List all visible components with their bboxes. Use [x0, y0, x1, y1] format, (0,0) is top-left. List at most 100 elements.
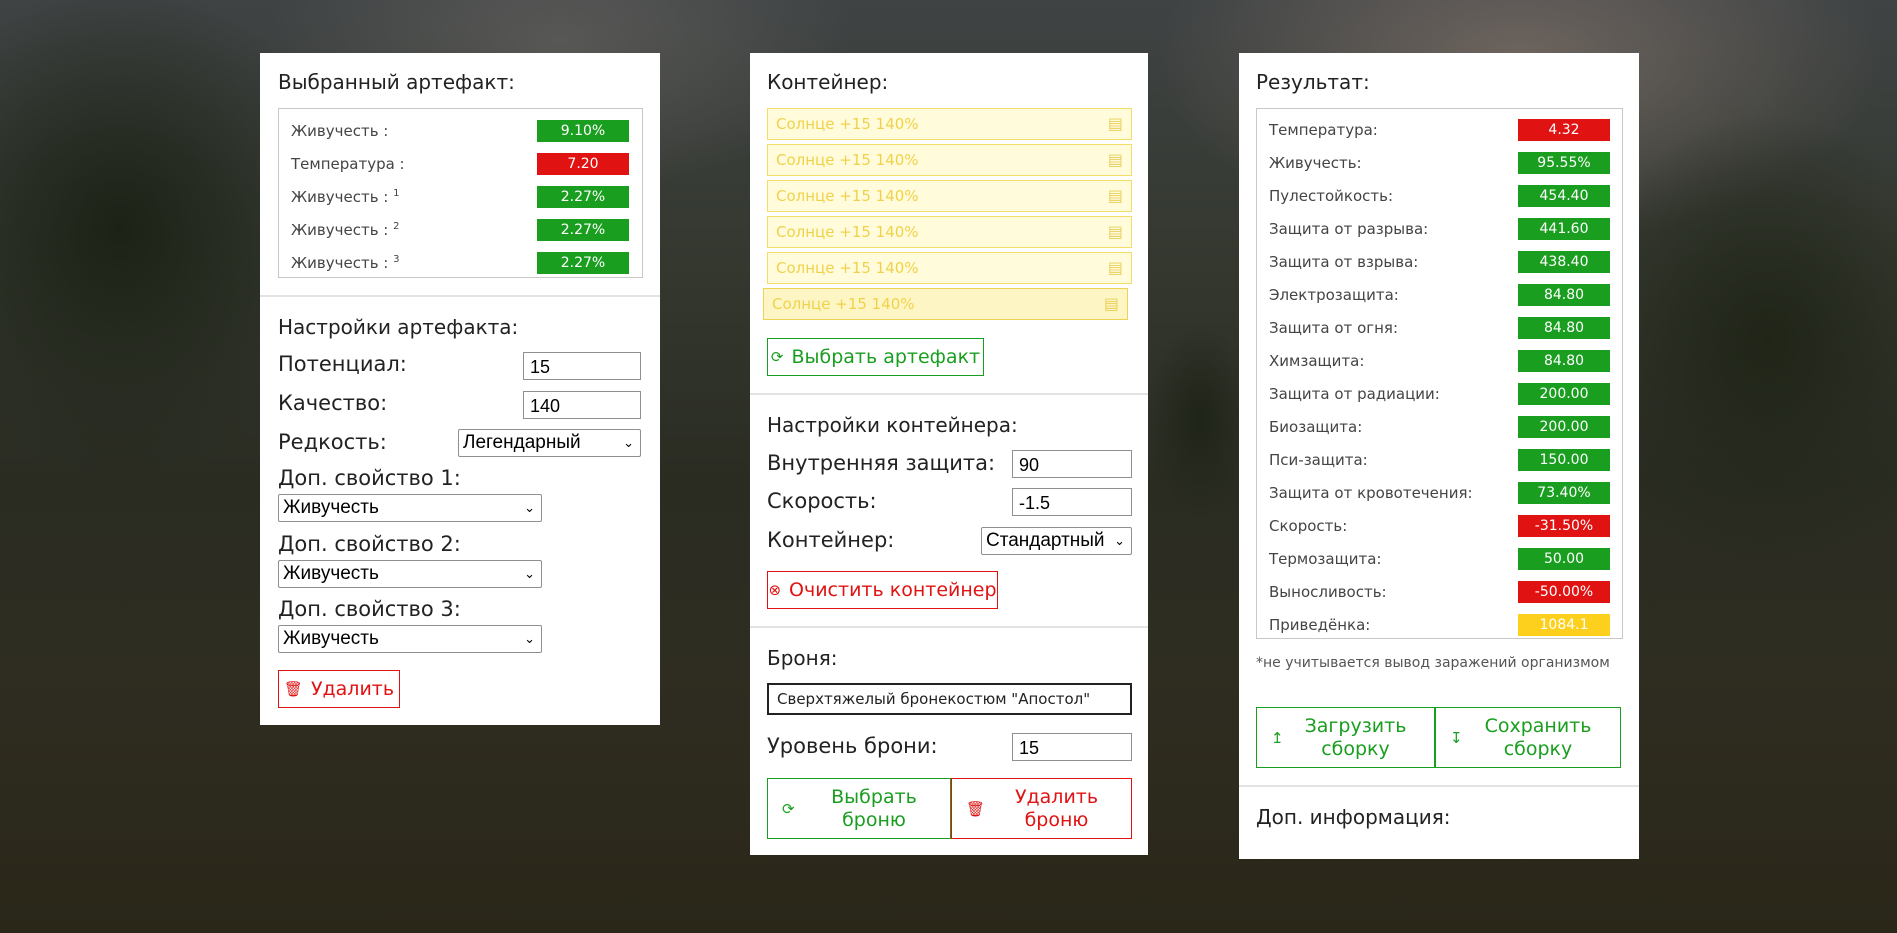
- result-stat-value: 95.55%: [1518, 152, 1610, 174]
- extra-property-2-label: Доп. свойство 2:: [278, 532, 461, 556]
- container-slot[interactable]: Солнце +15 140% ▤: [767, 252, 1132, 284]
- chevron-down-icon: ⌄: [524, 631, 535, 646]
- selected-artifact-stats: Живучесть : 9.10% Температура : 7.20 Жив…: [278, 108, 643, 278]
- choose-artifact-label: Выбрать артефакт: [791, 346, 981, 368]
- result-stat-label: Защита от разрыва:: [1269, 220, 1429, 238]
- result-stat-row: Живучесть: 95.55%: [1257, 146, 1622, 179]
- artifact-stat-value: 9.10%: [537, 120, 629, 142]
- result-stat-row: Выносливость: -50.00%: [1257, 575, 1622, 608]
- result-stat-value: 200.00: [1518, 383, 1610, 405]
- result-stat-label: Пулестойкость:: [1269, 187, 1393, 205]
- load-build-button[interactable]: ↥ Загрузить сборку: [1256, 707, 1435, 768]
- delete-armor-button[interactable]: 🗑 Удалить броню: [951, 778, 1132, 839]
- result-stat-row: Пси-защита: 150.00: [1257, 443, 1622, 476]
- rarity-select[interactable]: Легендарный ⌄: [458, 429, 641, 457]
- artifact-stat-label: Живучесть : 1: [291, 188, 400, 206]
- result-stat-value: 50.00: [1518, 548, 1610, 570]
- save-build-button[interactable]: ↧ Сохранить сборку: [1435, 707, 1621, 768]
- inner-protection-label: Внутренняя защита:: [767, 451, 996, 475]
- chevron-down-icon: ⌄: [524, 500, 535, 515]
- document-icon[interactable]: ▤: [1108, 217, 1123, 247]
- artifact-stat-value: 2.27%: [537, 252, 629, 274]
- artifact-stat-value: 2.27%: [537, 219, 629, 241]
- speed-input[interactable]: -1.5: [1012, 488, 1132, 516]
- result-stat-label: Биозащита:: [1269, 418, 1363, 436]
- result-stat-label: Живучесть:: [1269, 154, 1362, 172]
- armor-name-field[interactable]: Сверхтяжелый бронекостюм "Апостол": [767, 683, 1132, 715]
- divider: [750, 626, 1148, 628]
- artifact-stat-row: Живучесть : 2 2.27%: [279, 213, 642, 246]
- result-stat-row: Химзащита: 84.80: [1257, 344, 1622, 377]
- result-stat-row: Биозащита: 200.00: [1257, 410, 1622, 443]
- artifact-stat-row: Живучесть : 3 2.27%: [279, 246, 642, 279]
- artifact-settings-title: Настройки артефакта:: [278, 315, 519, 339]
- delete-artifact-button[interactable]: 🗑 Удалить: [278, 670, 400, 708]
- artifact-stat-row: Температура : 7.20: [279, 147, 642, 180]
- delete-armor-label: Удалить броню: [1014, 785, 1099, 831]
- extra-property-2-value: Живучесть: [283, 563, 379, 584]
- quality-input[interactable]: 140: [523, 391, 641, 419]
- potential-input[interactable]: 15: [523, 352, 641, 380]
- choose-artifact-button[interactable]: ⟳ Выбрать артефакт: [767, 338, 984, 376]
- artifact-stat-value: 2.27%: [537, 186, 629, 208]
- artifact-stat-value: 7.20: [537, 153, 629, 175]
- inner-protection-input[interactable]: 90: [1012, 450, 1132, 478]
- result-stat-label: Химзащита:: [1269, 352, 1365, 370]
- clear-circle-icon: ⊗: [768, 581, 782, 599]
- extra-property-3-label: Доп. свойство 3:: [278, 597, 461, 621]
- upload-icon: ↥: [1271, 728, 1284, 747]
- extra-property-3-select[interactable]: Живучесть ⌄: [278, 625, 542, 653]
- quality-label: Качество:: [278, 391, 388, 415]
- extra-property-2-select[interactable]: Живучесть ⌄: [278, 560, 542, 588]
- choose-armor-button[interactable]: ⟳ Выбрать броню: [767, 778, 951, 839]
- extra-property-1-select[interactable]: Живучесть ⌄: [278, 494, 542, 522]
- container-slot[interactable]: Солнце +15 140% ▤: [767, 108, 1132, 140]
- result-stat-value: 441.60: [1518, 218, 1610, 240]
- result-stat-row: Термозащита: 50.00: [1257, 542, 1622, 575]
- choose-armor-label: Выбрать броню: [831, 785, 917, 831]
- container-title: Контейнер:: [767, 70, 889, 94]
- container-slot-label: Солнце +15 140%: [772, 295, 915, 313]
- result-stat-row: Приведёнка: 1084.1: [1257, 608, 1622, 641]
- clear-container-button[interactable]: ⊗ Очистить контейнер: [767, 571, 998, 609]
- document-icon[interactable]: ▤: [1108, 253, 1123, 283]
- result-stat-label: Защита от кровотечения:: [1269, 484, 1473, 502]
- result-stat-row: Защита от разрыва: 441.60: [1257, 212, 1622, 245]
- result-stat-label: Термозащита:: [1269, 550, 1382, 568]
- result-stat-row: Температура: 4.32: [1257, 113, 1622, 146]
- container-slot[interactable]: Солнце +15 140% ▤: [767, 180, 1132, 212]
- document-icon[interactable]: ▤: [1108, 181, 1123, 211]
- result-stat-value: 1084.1: [1518, 614, 1610, 636]
- container-slot-label: Солнце +15 140%: [776, 223, 919, 241]
- armor-title: Броня:: [767, 646, 838, 670]
- delete-artifact-label: Удалить: [310, 678, 395, 700]
- selected-artifact-title: Выбранный артефакт:: [278, 70, 515, 94]
- save-build-label: Сохранить сборку: [1484, 714, 1592, 760]
- container-slot-label: Солнце +15 140%: [776, 187, 919, 205]
- artifact-stat-label: Живучесть :: [291, 122, 389, 140]
- result-stat-row: Защита от взрыва: 438.40: [1257, 245, 1622, 278]
- artifact-stat-label: Живучесть : 3: [291, 254, 400, 272]
- armor-level-input[interactable]: 15: [1012, 733, 1132, 761]
- result-stat-value: 4.32: [1518, 119, 1610, 141]
- result-stat-value: 73.40%: [1518, 482, 1610, 504]
- document-icon[interactable]: ▤: [1108, 109, 1123, 139]
- artifact-stat-row: Живучесть : 9.10%: [279, 114, 642, 147]
- container-type-select[interactable]: Стандартный ⌄: [981, 527, 1132, 555]
- container-slot[interactable]: Солнце +15 140% ▤: [767, 216, 1132, 248]
- divider: [750, 393, 1148, 395]
- result-stat-value: -31.50%: [1518, 515, 1610, 537]
- container-slot[interactable]: Солнце +15 140% ▤: [763, 288, 1128, 320]
- container-slot[interactable]: Солнце +15 140% ▤: [767, 144, 1132, 176]
- result-stat-row: Пулестойкость: 454.40: [1257, 179, 1622, 212]
- document-icon[interactable]: ▤: [1108, 145, 1123, 175]
- rarity-label: Редкость:: [278, 430, 387, 454]
- artifact-stat-row: Живучесть : 1 2.27%: [279, 180, 642, 213]
- result-stat-label: Выносливость:: [1269, 583, 1387, 601]
- rarity-selected-value: Легендарный: [463, 432, 581, 453]
- result-stat-value: 84.80: [1518, 284, 1610, 306]
- artifact-stat-label: Температура :: [291, 155, 405, 173]
- armor-level-label: Уровень брони:: [767, 734, 938, 758]
- document-icon[interactable]: ▤: [1104, 289, 1119, 319]
- extra-property-1-label: Доп. свойство 1:: [278, 466, 461, 490]
